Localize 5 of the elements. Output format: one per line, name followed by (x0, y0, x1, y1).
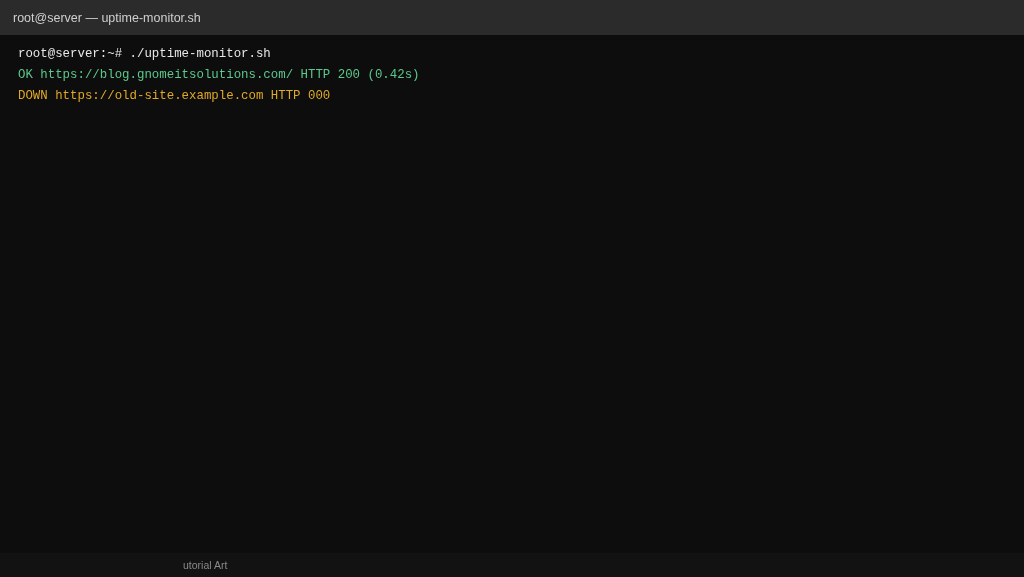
terminal-line: root@server:~# ./uptime-monitor.sh (18, 46, 271, 63)
status-text: utorial Art (183, 559, 228, 571)
window-title: root@server — uptime-monitor.sh (13, 10, 201, 25)
terminal-line: OK https://blog.gnomeitsolutions.com/ HTTP 200 (0.42s) (18, 67, 420, 84)
terminal-line: DOWN https://old-site.example.com HTTP 000 (18, 88, 331, 105)
